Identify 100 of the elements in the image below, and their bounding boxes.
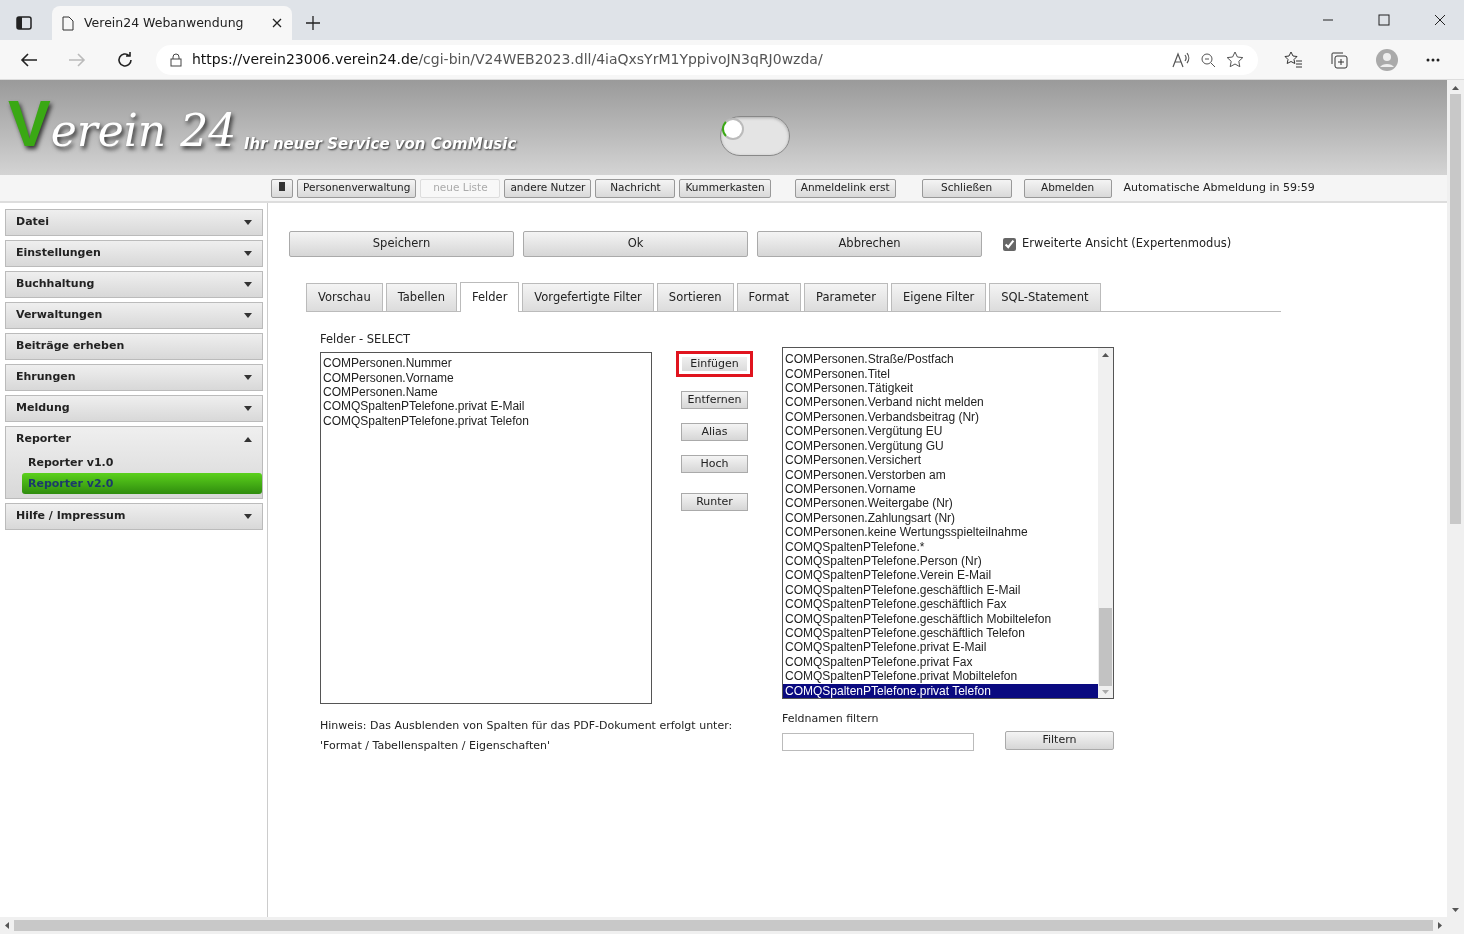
list-option[interactable]: COMQSpaltenPTelefone.privat E-Mail [321,399,651,414]
close-icon[interactable] [1434,14,1446,26]
selected-fields-list[interactable]: COMPersonen.Nummer COMPersonen.Vorname COMPersonen.Name COMQSpaltenPTelefone.privat E-Mail COMQSpaltenPTelefone.privat Telefon [320,352,652,705]
new-tab-icon[interactable] [306,16,320,30]
scroll-up-icon[interactable] [1102,353,1109,357]
stop-button[interactable] [271,178,293,198]
tab[interactable]: Vorgefertigte Filter [522,283,654,311]
list-option[interactable]: COMPersonen.Verband nicht melden [783,395,1098,410]
tab[interactable]: Format [736,283,802,311]
list-option[interactable]: COMPersonen.Straße/Postfach [783,352,1098,367]
scrollbar[interactable] [1098,348,1113,698]
reload-icon[interactable] [116,50,134,69]
list-option[interactable]: COMQSpaltenPTelefone.Verein E-Mail [783,568,1098,583]
tab[interactable]: Eigene Filter [890,283,987,311]
tab-actions-icon[interactable] [16,15,32,31]
read-aloud-icon[interactable] [1172,51,1190,68]
toolbar-button[interactable]: andere Nutzer [504,178,592,198]
collections-icon[interactable] [1330,50,1348,69]
list-option[interactable]: COMQSpaltenPTelefone.privat Mobiltelefon [783,669,1098,684]
favorite-add-icon[interactable] [1226,50,1244,69]
available-fields-list[interactable] [782,347,1114,699]
toolbar-button[interactable]: Personenverwaltung [297,178,417,198]
maximize-icon[interactable] [1378,14,1390,26]
tab[interactable]: Vorschau [306,283,383,311]
field-button[interactable]: Hoch [681,455,748,473]
toolbar-button[interactable]: Anmeldelink erst [794,178,896,198]
tab[interactable]: Felder [460,282,520,312]
close-icon[interactable] [272,18,282,28]
tab[interactable]: Parameter [804,283,888,311]
filter-button[interactable]: Filtern [1005,731,1114,750]
caret-down-icon[interactable] [244,220,252,225]
list-option[interactable]: COMPersonen.Tätigkeit [783,381,1098,396]
list-option[interactable]: COMQSpaltenPTelefone.geschäftlich E-Mail [783,582,1098,598]
scrollbar[interactable] [0,917,1447,934]
tab[interactable]: Tabellen [385,283,457,311]
list-option[interactable]: COMQSpaltenPTelefone.privat Telefon [783,683,1098,698]
caret-down-icon[interactable] [244,313,252,318]
list-option[interactable]: COMQSpaltenPTelefone.privat Telefon [321,413,651,429]
list-option[interactable]: COMQSpaltenPTelefone.privat E-Mail [783,640,1098,655]
menu-item[interactable]: Reporter [16,431,71,448]
submenu-item[interactable]: Reporter v1.0 [22,452,262,473]
scroll-thumb[interactable] [1450,94,1461,524]
address-bar[interactable]: https://verein23006.verein24.de/cgi-bin/V24WEB2023.dll/4iaQxsYrM1YppivoJN3qRJ0wzda/ [156,44,1258,75]
list-option[interactable]: COMPersonen.Versichert [783,453,1098,468]
list-option[interactable]: COMPersonen.Verstorben am [783,467,1098,482]
list-option[interactable]: COMQSpaltenPTelefone.* [783,539,1098,554]
list-option[interactable]: COMPersonen.keine Wertungsspielteilnahme [783,525,1098,540]
scroll-right-icon[interactable] [1438,922,1442,929]
list-option[interactable]: COMQSpaltenPTelefone.geschäftlich Fax [783,597,1098,612]
toolbar-button[interactable]: Schließen [921,178,1012,198]
list-option[interactable]: COMQSpaltenPTelefone.geschäftlich Mobiltelefon [783,611,1098,626]
caret-up-icon[interactable] [244,437,252,442]
toggle-switch[interactable] [720,116,790,156]
tab[interactable]: SQL-Statement [989,283,1101,311]
list-option[interactable]: COMPersonen.Zahlungsart (Nr) [783,510,1098,526]
caret-down-icon[interactable] [244,282,252,287]
field-button[interactable]: Entfernen [681,391,748,409]
list-option[interactable]: COMQSpaltenPTelefone.privat Fax [783,654,1098,670]
caret-down-icon[interactable] [244,406,252,411]
back-icon[interactable] [20,51,38,68]
favorites-icon[interactable] [1284,50,1302,69]
action-button[interactable]: Ok [523,231,748,257]
menu-item[interactable]: Datei [16,214,50,231]
list-option[interactable]: COMPersonen.Nummer [321,356,651,371]
list-option[interactable]: COMPersonen.Vergütung GU [783,438,1098,454]
toolbar-button[interactable]: Nachricht [595,178,676,198]
browser-tab[interactable]: Verein24 Webanwendung [52,6,292,40]
submenu-item[interactable]: Reporter v2.0 [22,473,262,494]
menu-item[interactable]: Buchhaltung [16,276,95,293]
field-button[interactable]: Einfügen [676,351,753,377]
list-option[interactable]: COMPersonen.Vorname [321,370,651,386]
scroll-up-icon[interactable] [1452,86,1459,90]
action-button[interactable]: Abbrechen [757,231,982,257]
list-option[interactable]: COMPersonen.Verbandsbeitrag (Nr) [783,409,1098,425]
list-option[interactable]: COMPersonen.Vergütung EU [783,424,1098,439]
checkbox[interactable] [1003,237,1016,251]
list-option[interactable]: COMQSpaltenPTelefone.geschäftlich Telefon [783,625,1098,641]
list-option[interactable]: COMQSpaltenPTelefone.Person (Nr) [783,553,1098,569]
scrollbar[interactable] [1447,80,1464,934]
field-button[interactable]: Runter [681,493,748,511]
list-option[interactable]: COMPersonen.Weitergabe (Nr) [783,496,1098,511]
menu-item[interactable]: Meldung [16,400,70,417]
zoom-icon[interactable] [1200,51,1216,68]
list-option[interactable]: COMPersonen.Vorname [783,481,1098,497]
caret-down-icon[interactable] [244,514,252,519]
menu-item[interactable]: Ehrungen [16,369,76,386]
list-option[interactable]: COMPersonen.Name [321,385,651,400]
field-button[interactable]: Alias [681,423,748,441]
scroll-left-icon[interactable] [5,922,9,929]
action-button[interactable]: Speichern [289,231,514,257]
caret-down-icon[interactable] [244,375,252,380]
filter-field[interactable] [782,732,974,751]
toolbar-button[interactable]: Kummerkasten [679,178,771,198]
more-icon[interactable] [1426,57,1440,62]
caret-down-icon[interactable] [244,251,252,256]
toolbar-button[interactable]: Abmelden [1023,178,1112,198]
tab[interactable]: Sortieren [656,283,734,311]
list-option[interactable]: COMPersonen.Titel [783,366,1098,382]
scroll-thumb[interactable] [14,920,1433,931]
scroll-down-icon[interactable] [1452,908,1459,912]
